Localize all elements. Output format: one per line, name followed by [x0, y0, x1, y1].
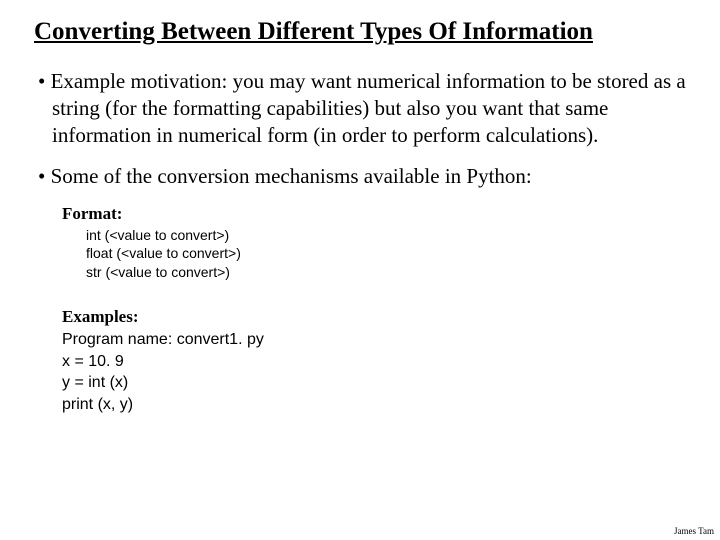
examples-label: Examples:	[62, 306, 686, 329]
examples-lines: Program name: convert1. py x = 10. 9 y =…	[62, 329, 686, 415]
format-line-int: int (<value to convert>)	[86, 226, 686, 245]
format-label: Format:	[62, 204, 686, 224]
format-line-str: str (<value to convert>)	[86, 263, 686, 282]
slide-title: Converting Between Different Types Of In…	[34, 18, 686, 46]
example-assign-x: x = 10. 9	[62, 351, 686, 373]
example-program-name: Program name: convert1. py	[62, 329, 686, 351]
examples-block: Examples: Program name: convert1. py x =…	[62, 306, 686, 415]
format-line-float: float (<value to convert>)	[86, 244, 686, 263]
bullet-motivation: Example motivation: you may want numeric…	[34, 68, 686, 149]
slide: Converting Between Different Types Of In…	[0, 0, 720, 415]
example-assign-y: y = int (x)	[62, 372, 686, 394]
example-print: print (x, y)	[62, 394, 686, 416]
bullet-mechanisms: Some of the conversion mechanisms availa…	[34, 163, 686, 190]
footer-author: James Tam	[674, 526, 714, 536]
format-block: int (<value to convert>) float (<value t…	[86, 226, 686, 283]
